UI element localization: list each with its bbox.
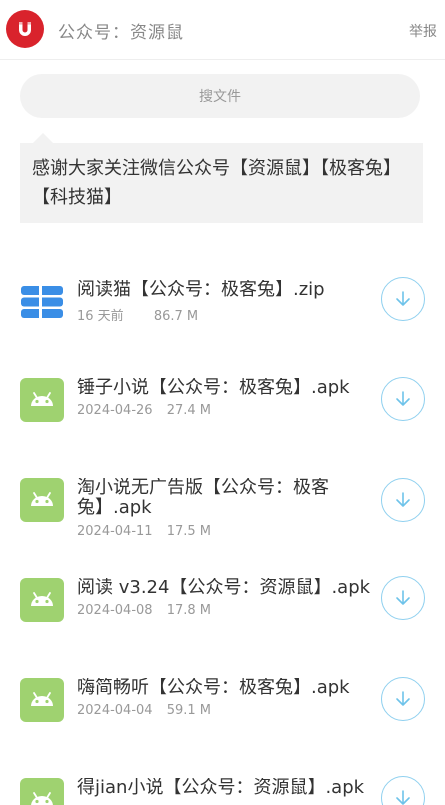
download-button[interactable] bbox=[381, 478, 425, 522]
file-size: 27.4 M bbox=[166, 403, 211, 418]
account-avatar[interactable] bbox=[6, 10, 44, 48]
file-row[interactable]: 嗨简畅听【公众号：极客兔】.apk 2024-04-04 59.1 M bbox=[0, 656, 445, 746]
notice-box: 感谢大家关注微信公众号【资源鼠】【极客兔】【科技猫】 bbox=[20, 143, 423, 223]
file-name: 阅读猫【公众号：极客兔】.zip bbox=[77, 280, 325, 300]
file-row[interactable]: 阅读猫【公众号：极客兔】.zip 16 天前 86.7 M bbox=[0, 258, 445, 348]
download-button[interactable] bbox=[381, 677, 425, 721]
file-row[interactable]: 阅读 v3.24【公众号：资源鼠】.apk 2024-04-08 17.8 M bbox=[0, 556, 445, 646]
file-row[interactable]: 得jian小说【公众号：资源鼠】.apk bbox=[0, 756, 445, 805]
file-size: 59.1 M bbox=[166, 703, 211, 718]
download-button[interactable] bbox=[381, 776, 425, 805]
android-app-icon bbox=[20, 478, 64, 522]
download-arrow-icon bbox=[396, 492, 410, 507]
download-button[interactable] bbox=[381, 576, 425, 620]
file-size: 17.8 M bbox=[166, 603, 211, 618]
file-date: 2024-04-26 bbox=[77, 403, 153, 418]
file-meta: 16 天前 86.7 M bbox=[77, 305, 198, 324]
android-app-icon bbox=[20, 778, 64, 805]
file-name: 得jian小说【公众号：资源鼠】.apk bbox=[77, 778, 365, 798]
file-date: 2024-04-04 bbox=[77, 703, 153, 718]
android-app-icon bbox=[20, 578, 64, 622]
file-date: 2024-04-11 bbox=[77, 524, 153, 539]
account-title: 公众号：资源鼠 bbox=[58, 23, 184, 43]
file-meta: 2024-04-11 17.5 M bbox=[77, 524, 211, 539]
download-arrow-icon bbox=[396, 790, 410, 805]
download-arrow-icon bbox=[396, 291, 410, 306]
download-arrow-icon bbox=[396, 391, 410, 406]
file-row[interactable]: 淘小说无广告版【公众号：极客兔】.apk 2024-04-11 17.5 M bbox=[0, 456, 445, 546]
android-app-icon bbox=[20, 378, 64, 422]
file-date: 2024-04-08 bbox=[77, 603, 153, 618]
file-meta: 2024-04-04 59.1 M bbox=[77, 703, 211, 718]
file-row[interactable]: 锤子小说【公众号：极客兔】.apk 2024-04-26 27.4 M bbox=[0, 356, 445, 446]
top-bar: 公众号：资源鼠 举报 bbox=[0, 0, 445, 60]
file-name: 淘小说无广告版【公众号：极客兔】.apk bbox=[77, 478, 329, 518]
file-meta: 2024-04-26 27.4 M bbox=[77, 403, 211, 418]
notice-pointer bbox=[33, 133, 53, 143]
file-size: 86.7 M bbox=[153, 309, 199, 324]
file-size: 17.5 M bbox=[166, 524, 211, 539]
android-app-icon bbox=[20, 678, 64, 722]
download-button[interactable] bbox=[381, 277, 425, 321]
file-name: 锤子小说【公众号：极客兔】.apk bbox=[77, 378, 350, 398]
download-arrow-icon bbox=[396, 590, 410, 605]
download-button[interactable] bbox=[381, 377, 425, 421]
notice-text: 感谢大家关注微信公众号【资源鼠】【极客兔】【科技猫】 bbox=[32, 158, 401, 208]
search-label: 搜文件 bbox=[199, 89, 241, 105]
file-date: 16 天前 bbox=[77, 309, 124, 324]
search-files-button[interactable]: 搜文件 bbox=[20, 74, 420, 118]
file-name: 阅读 v3.24【公众号：资源鼠】.apk bbox=[77, 578, 371, 598]
file-meta: 2024-04-08 17.8 M bbox=[77, 603, 211, 618]
report-link[interactable]: 举报 bbox=[409, 21, 437, 41]
file-name: 嗨简畅听【公众号：极客兔】.apk bbox=[77, 678, 350, 698]
magnet-logo-icon bbox=[19, 22, 31, 36]
download-arrow-icon bbox=[396, 691, 410, 706]
zip-file-icon bbox=[20, 280, 64, 324]
